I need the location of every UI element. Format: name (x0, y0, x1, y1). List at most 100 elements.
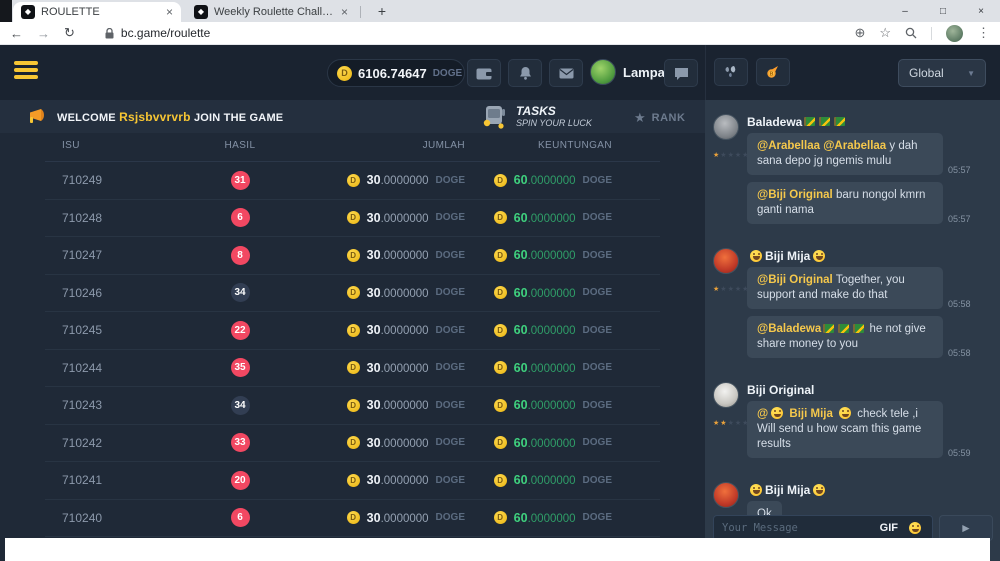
flag-icon (819, 117, 830, 126)
chat-group-content: Biji Mija @Biji Original Together, you su… (747, 248, 994, 365)
url-bar[interactable]: bc.game/roulette (121, 26, 855, 40)
browser-window: ◆ ROULETTE × ◆ Weekly Roulette Challenge… (0, 0, 1000, 561)
chat-username[interactable]: Baladewa (747, 114, 994, 129)
bet-profit-decimals: .0000000 (528, 213, 576, 225)
chat-toggle-button[interactable] (664, 59, 698, 87)
table-row[interactable]: 7102486D30.0000000DOGED60.0000000DOGE (45, 200, 660, 238)
chat-user-avatar[interactable] (713, 114, 739, 140)
new-tab-button[interactable]: + (372, 2, 392, 22)
bet-amount: 30.0000000 (367, 511, 429, 525)
table-row[interactable]: 71024634D30.0000000DOGED60.0000000DOGE (45, 275, 660, 313)
minimize-button[interactable]: – (886, 0, 924, 22)
bell-icon (519, 66, 532, 80)
app-header: D 6106.74647 DOGE ▼ Lampard ▼ (0, 45, 1000, 100)
table-row[interactable]: 71024334D30.0000000DOGED60.0000000DOGE (45, 387, 660, 425)
bookmark-star-icon[interactable]: ☆ (879, 25, 891, 41)
tab-close-icon[interactable]: × (166, 5, 173, 19)
bet-profit-decimals: .0000000 (528, 250, 576, 262)
table-row[interactable]: 7102478D30.0000000DOGED60.0000000DOGE (45, 237, 660, 275)
roulette-result-badge: 6 (231, 208, 250, 227)
rating-star-icon: ★ (713, 420, 719, 427)
search-icon[interactable] (905, 27, 917, 39)
table-row[interactable]: 71024435D30.0000000DOGED60.0000000DOGE (45, 350, 660, 388)
rating-star-icon: ★ (720, 152, 726, 159)
forward-icon[interactable]: → (37, 26, 50, 41)
coco-burn-button[interactable]: B (756, 58, 790, 86)
user-mention[interactable]: @Baladewa (757, 323, 821, 335)
chat-bubble: @Arabellaa @Arabellaa y dah sana depo jg… (747, 133, 943, 175)
tab-close-icon[interactable]: × (341, 5, 348, 19)
user-mention[interactable]: @ (757, 408, 768, 420)
notifications-button[interactable] (508, 59, 542, 87)
browser-menu-icon[interactable]: ⋮ (977, 25, 990, 41)
tab-title: Weekly Roulette Challenge - Win (214, 6, 335, 18)
chat-user-avatar[interactable] (713, 248, 739, 274)
currency-label: DOGE (436, 400, 465, 411)
chat-message-row: @ Biji Mija check tele ,i Will send u ho… (747, 401, 994, 458)
chat-group-content: Baladewa @Arabellaa @Arabellaa y dah sana… (747, 114, 994, 231)
chat-user-avatar[interactable] (713, 382, 739, 408)
user-mention[interactable]: @Biji Original (757, 189, 833, 201)
table-row[interactable]: 71024931D30.0000000DOGED60.0000000DOGE (45, 162, 660, 200)
bet-amount-decimals: .0000000 (381, 288, 429, 300)
bet-issue-id: 710241 (45, 473, 195, 487)
currency-label: DOGE (583, 250, 612, 261)
browser-profile-avatar[interactable] (946, 25, 963, 42)
table-row[interactable]: 71024120D30.0000000DOGED60.0000000DOGE (45, 462, 660, 500)
gif-button[interactable]: GIF (880, 522, 898, 534)
bet-profit-decimals: .0000000 (528, 475, 576, 487)
balance-selector[interactable]: D 6106.74647 DOGE ▼ (327, 59, 465, 87)
message-timestamp: 05:59 (948, 448, 971, 458)
reload-icon[interactable]: ↻ (64, 25, 75, 41)
megaphone-icon (26, 108, 45, 125)
chat-username[interactable]: Biji Mija (747, 482, 994, 497)
bet-issue-id: 710248 (45, 211, 195, 225)
currency-label: DOGE (436, 250, 465, 261)
table-row[interactable]: 7102406D30.0000000DOGED60.0000000DOGE (45, 500, 660, 538)
chat-message-input[interactable] (722, 522, 872, 534)
tasks-subtitle: SPIN YOUR LUCK (516, 118, 592, 128)
maximize-button[interactable]: □ (924, 0, 962, 22)
tasks-link[interactable]: TASKS SPIN YOUR LUCK (482, 103, 592, 130)
window-corner (0, 0, 12, 22)
back-icon[interactable]: ← (10, 26, 23, 41)
amount-cell: D30.0000000DOGE (285, 511, 465, 525)
result-cell: 33 (195, 433, 285, 452)
user-mention[interactable]: @Arabellaa (757, 140, 820, 152)
emoji-picker-icon[interactable] (909, 522, 921, 534)
chat-username[interactable]: Biji Original (747, 382, 994, 397)
user-mention[interactable]: Biji Mija (786, 408, 836, 420)
messages-button[interactable] (549, 59, 583, 87)
user-mention[interactable]: @Arabellaa (823, 140, 886, 152)
currency-label: DOGE (583, 175, 612, 186)
rain-feature-button[interactable] (714, 58, 748, 86)
doge-coin-icon: D (347, 249, 360, 262)
bet-amount: 30.0000000 (367, 248, 429, 262)
tab-roulette[interactable]: ◆ ROULETTE × (13, 2, 181, 22)
zoom-page-icon[interactable]: ⊕ (854, 25, 865, 41)
chat-channel-select[interactable]: Global ▼ (898, 59, 986, 87)
chat-message-group: ★★★★★Baladewa@Arabellaa @Arabellaa y dah… (713, 114, 994, 231)
rank-link[interactable]: ★ RANK (634, 110, 685, 126)
chat-message-row: @Baladewa he not give share money to you… (747, 316, 994, 358)
table-row[interactable]: 71024522D30.0000000DOGED60.0000000DOGE (45, 312, 660, 350)
amount-cell: D30.0000000DOGE (285, 361, 465, 375)
wallet-button[interactable] (467, 59, 501, 87)
chat-bubble: @Biji Original Together, you support and… (747, 267, 943, 309)
message-text: Biji Original (747, 383, 814, 397)
bet-profit-decimals: .0000000 (528, 400, 576, 412)
close-button[interactable]: × (962, 0, 1000, 22)
message-text: Biji Mija (765, 249, 810, 263)
hamburger-menu-icon[interactable] (14, 61, 38, 82)
table-row[interactable]: 71024233D30.0000000DOGED60.0000000DOGE (45, 425, 660, 463)
bet-issue-id: 710247 (45, 248, 195, 262)
lock-icon[interactable] (105, 28, 114, 39)
table-header-row: ISU HASIL JUMLAH KEUNTUNGAN (45, 133, 660, 157)
currency-label: DOGE (436, 175, 465, 186)
user-mention[interactable]: @Biji Original (757, 274, 833, 286)
chat-user-avatar[interactable] (713, 482, 739, 508)
col-header-keuntungan: KEUNTUNGAN (465, 140, 612, 151)
tab-weekly-challenge[interactable]: ◆ Weekly Roulette Challenge - Win × (186, 2, 356, 22)
chat-username[interactable]: Biji Mija (747, 248, 994, 263)
roulette-result-badge: 8 (231, 246, 250, 265)
